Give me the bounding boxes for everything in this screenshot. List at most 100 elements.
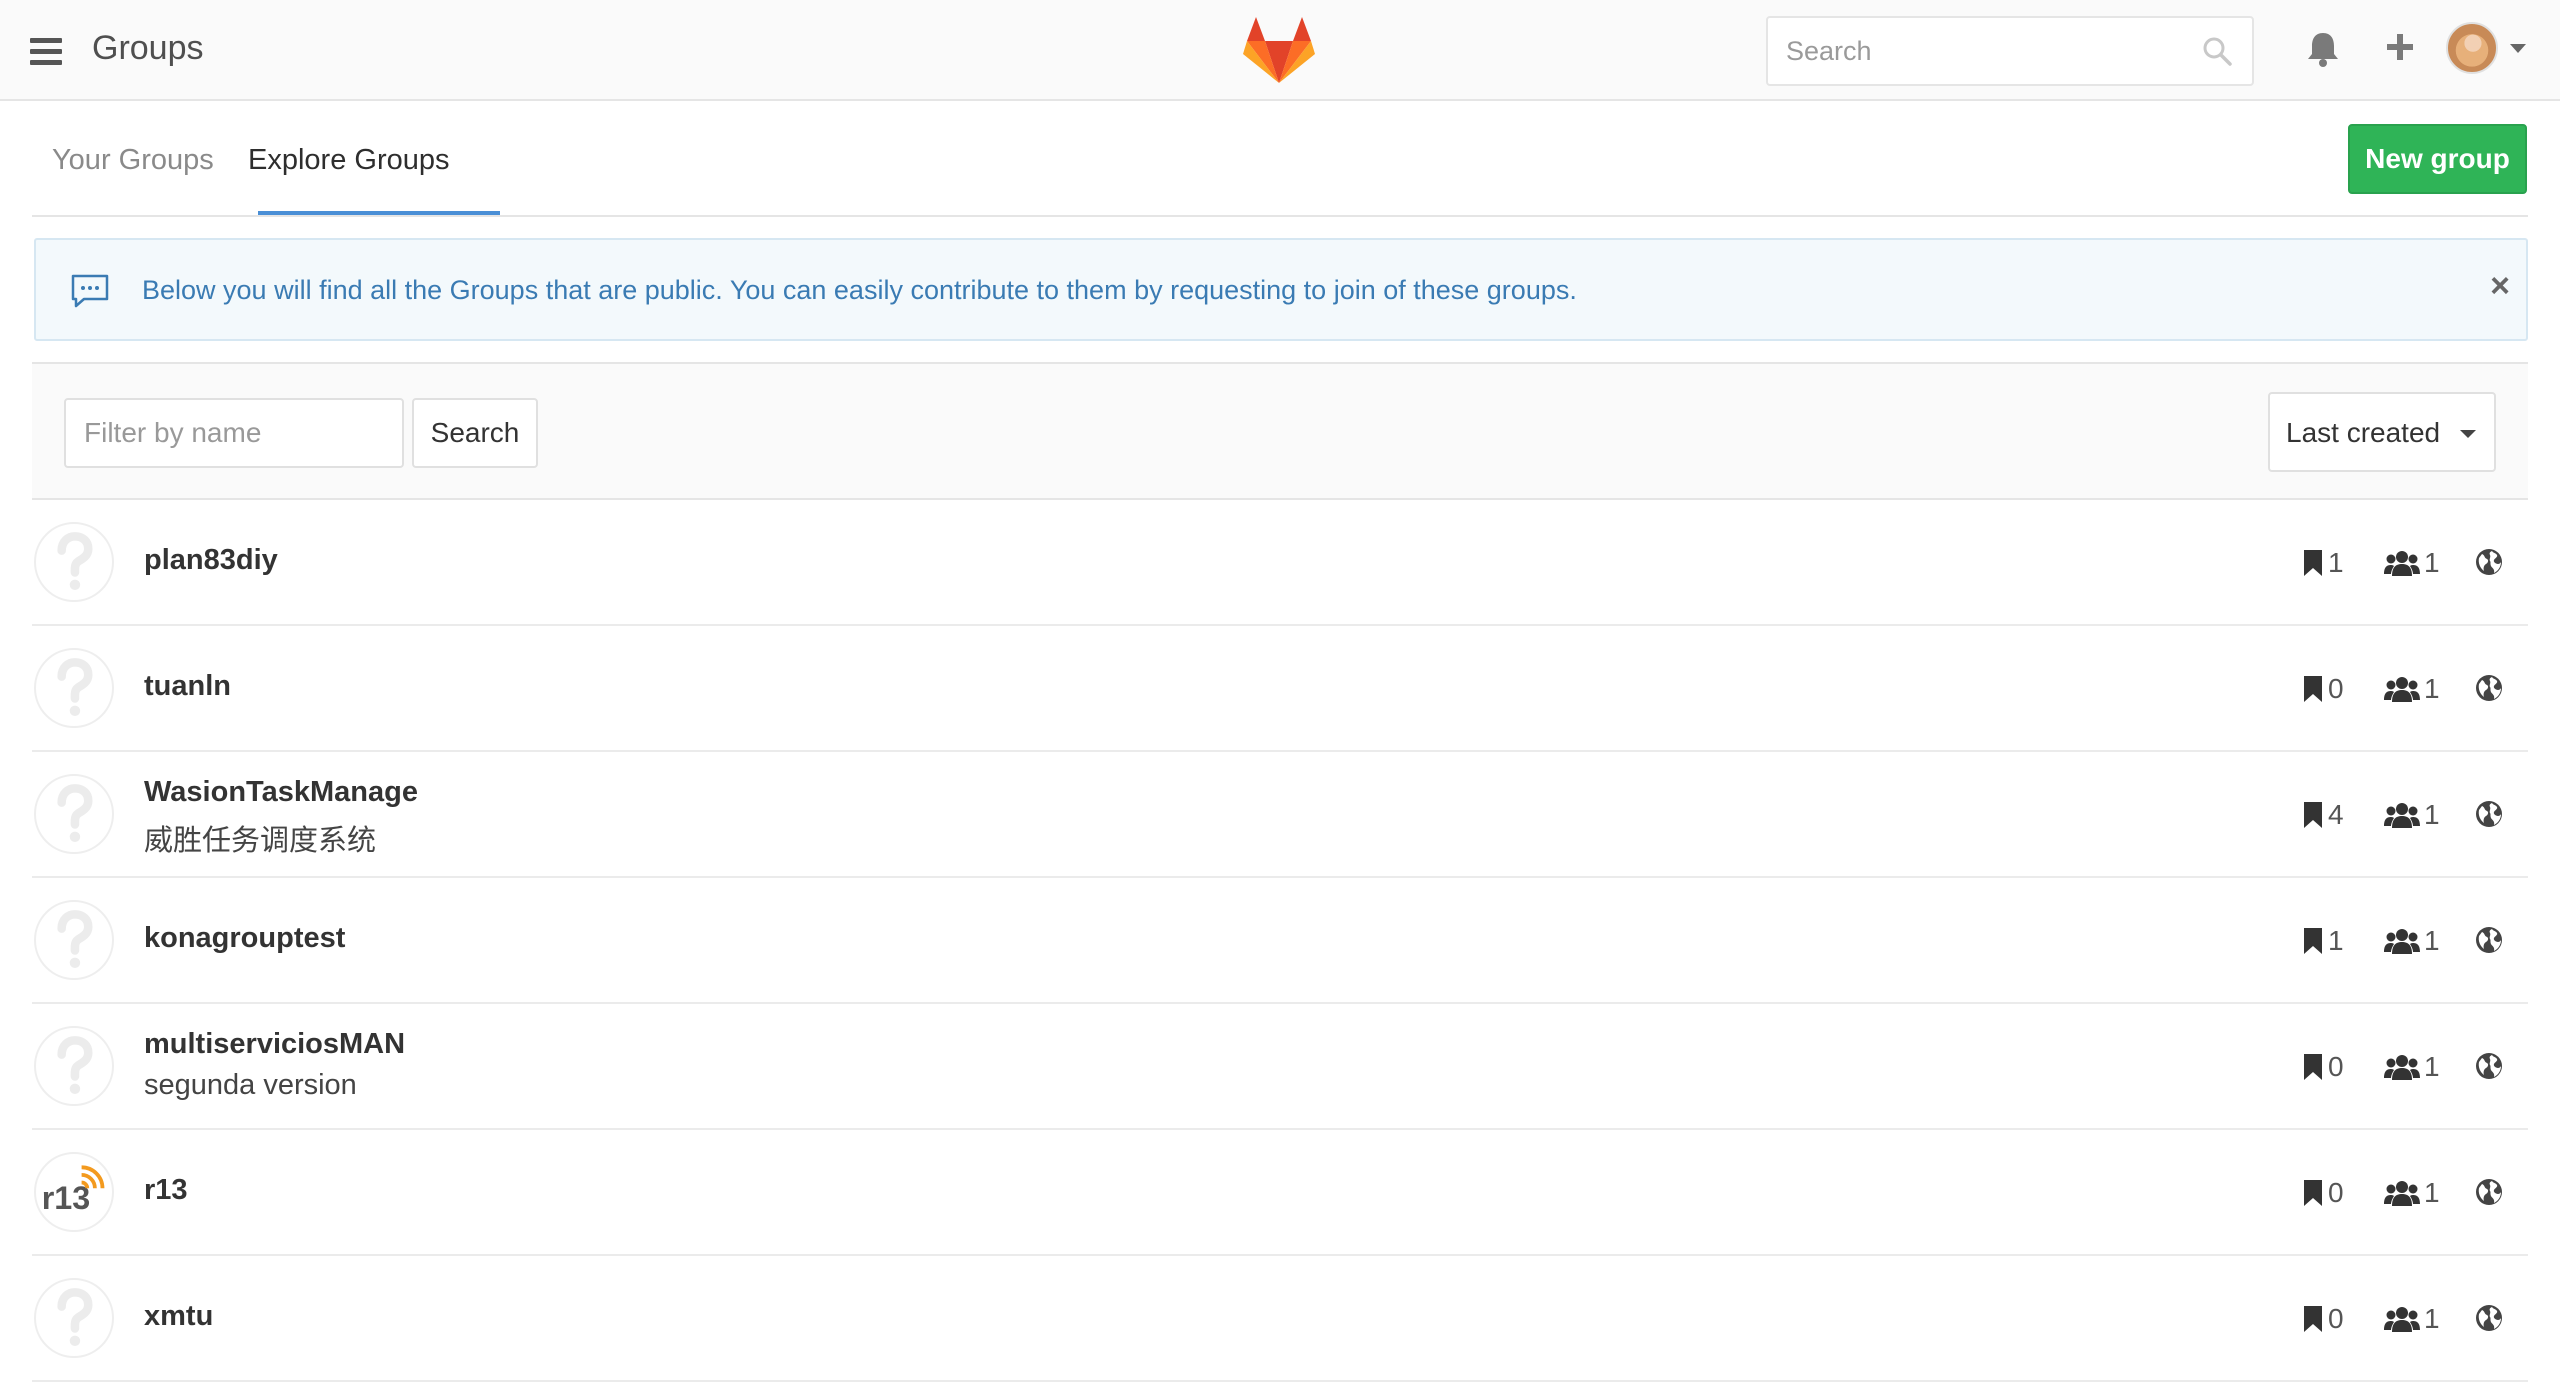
bookmark-icon: [2304, 1054, 2322, 1080]
group-description: segunda version: [144, 1069, 357, 1101]
chevron-down-icon: [2460, 430, 2476, 438]
members-count-value: 1: [2424, 1177, 2440, 1208]
projects-count-value: 0: [2328, 1303, 2344, 1334]
globe-icon: [2476, 1053, 2502, 1079]
members-count-value: 1: [2424, 547, 2440, 578]
projects-count: 0: [2302, 1176, 2344, 1210]
users-icon: [2384, 1307, 2420, 1332]
globe-icon: [2476, 801, 2502, 827]
bookmark-icon: [2304, 928, 2322, 954]
svg-text:r13: r13: [42, 1180, 91, 1216]
group-row[interactable]: multiserviciosMAN segunda version 0 1: [32, 1004, 2528, 1130]
bookmark-icon: [2304, 802, 2322, 828]
filter-search-button[interactable]: Search: [412, 398, 538, 468]
hamburger-menu-icon[interactable]: [30, 38, 62, 65]
r13-logo: r13: [42, 1165, 105, 1216]
group-avatar-placeholder[interactable]: [34, 648, 114, 728]
members-count: 1: [2384, 798, 2440, 832]
question-mark-icon: [57, 532, 93, 591]
projects-count-value: 1: [2328, 547, 2344, 578]
caret-down-icon[interactable]: [2510, 44, 2526, 53]
user-avatar[interactable]: [2446, 22, 2498, 74]
projects-count-value: 4: [2328, 799, 2344, 830]
members-count: 1: [2384, 672, 2440, 706]
notifications-bell-icon[interactable]: [2305, 30, 2341, 68]
bookmark-icon: [2304, 676, 2322, 702]
members-count: 1: [2384, 924, 2440, 958]
filter-bar: Search Last created: [32, 362, 2528, 500]
group-name[interactable]: multiserviciosMAN: [144, 1028, 405, 1061]
users-icon: [2384, 803, 2420, 828]
group-avatar-placeholder[interactable]: [34, 1278, 114, 1358]
members-count-value: 1: [2424, 925, 2440, 956]
group-description: 威胜任务调度系统: [144, 825, 377, 857]
gitlab-logo[interactable]: [1243, 17, 1315, 85]
members-count: 1: [2384, 1050, 2440, 1084]
users-icon: [2384, 677, 2420, 702]
members-count: 1: [2384, 546, 2440, 580]
new-group-button[interactable]: New group: [2348, 124, 2527, 194]
group-row[interactable]: WasionTaskManage 威胜任务调度系统 4 1: [32, 752, 2528, 878]
members-count-value: 1: [2424, 1303, 2440, 1334]
projects-count: 0: [2302, 1050, 2344, 1084]
tab-your-groups[interactable]: Your Groups: [52, 144, 214, 177]
projects-count: 0: [2302, 1302, 2344, 1336]
group-row[interactable]: plan83diy 1 1: [32, 500, 2528, 626]
projects-count: 1: [2302, 924, 2344, 958]
group-name[interactable]: r13: [144, 1174, 188, 1207]
active-tab-indicator: [258, 211, 500, 215]
globe-icon: [2476, 675, 2502, 701]
globe-icon: [2476, 1179, 2502, 1205]
group-row[interactable]: konagrouptest 1 1: [32, 878, 2528, 1004]
globe-icon: [2476, 1305, 2502, 1331]
group-name[interactable]: tuanln: [144, 670, 231, 703]
users-icon: [2384, 1181, 2420, 1206]
question-mark-icon: [57, 1288, 93, 1347]
users-icon: [2384, 551, 2420, 576]
question-mark-icon: [57, 658, 93, 717]
group-row[interactable]: tuanln 0 1: [32, 626, 2528, 752]
projects-count-value: 1: [2328, 925, 2344, 956]
group-name[interactable]: xmtu: [144, 1300, 213, 1333]
group-avatar-r13[interactable]: r13: [34, 1152, 114, 1232]
group-list: plan83diy 1 1 tuanln 0 1 WasionTaskManag…: [32, 500, 2528, 1382]
bookmark-icon: [2304, 1180, 2322, 1206]
projects-count-value: 0: [2328, 1051, 2344, 1082]
projects-count: 0: [2302, 672, 2344, 706]
question-mark-icon: [57, 784, 93, 843]
banner-message: Below you will find all the Groups that …: [142, 275, 1577, 305]
group-avatar-placeholder[interactable]: [34, 1026, 114, 1106]
members-count-value: 1: [2424, 1051, 2440, 1082]
group-tabs: Your Groups Explore Groups: [32, 102, 2528, 217]
question-mark-icon: [57, 910, 93, 969]
info-banner: Below you will find all the Groups that …: [34, 238, 2528, 341]
global-search-input[interactable]: [1766, 16, 2254, 86]
page-title: Groups: [92, 29, 204, 67]
group-name[interactable]: plan83diy: [144, 544, 278, 577]
group-row[interactable]: r13 r13 0 1: [32, 1130, 2528, 1256]
members-count-value: 1: [2424, 673, 2440, 704]
globe-icon: [2476, 927, 2502, 953]
group-avatar-placeholder[interactable]: [34, 774, 114, 854]
question-mark-icon: [57, 1036, 93, 1095]
projects-count-value: 0: [2328, 1177, 2344, 1208]
members-count-value: 1: [2424, 799, 2440, 830]
bookmark-icon: [2304, 550, 2322, 576]
plus-icon[interactable]: [2385, 32, 2415, 62]
users-icon: [2384, 1055, 2420, 1080]
bookmark-icon: [2304, 1306, 2322, 1332]
filter-by-name-input[interactable]: [64, 398, 404, 468]
group-avatar-placeholder[interactable]: [34, 522, 114, 602]
projects-count-value: 0: [2328, 673, 2344, 704]
sort-dropdown[interactable]: Last created: [2268, 392, 2496, 472]
top-navbar: Groups: [0, 0, 2560, 101]
tab-explore-groups[interactable]: Explore Groups: [248, 144, 450, 177]
projects-count: 4: [2302, 798, 2344, 832]
close-icon[interactable]: ×: [2480, 266, 2520, 306]
search-icon[interactable]: [2202, 36, 2232, 66]
members-count: 1: [2384, 1176, 2440, 1210]
group-name[interactable]: konagrouptest: [144, 922, 345, 955]
group-avatar-placeholder[interactable]: [34, 900, 114, 980]
group-name[interactable]: WasionTaskManage: [144, 776, 418, 809]
group-row[interactable]: xmtu 0 1: [32, 1256, 2528, 1382]
